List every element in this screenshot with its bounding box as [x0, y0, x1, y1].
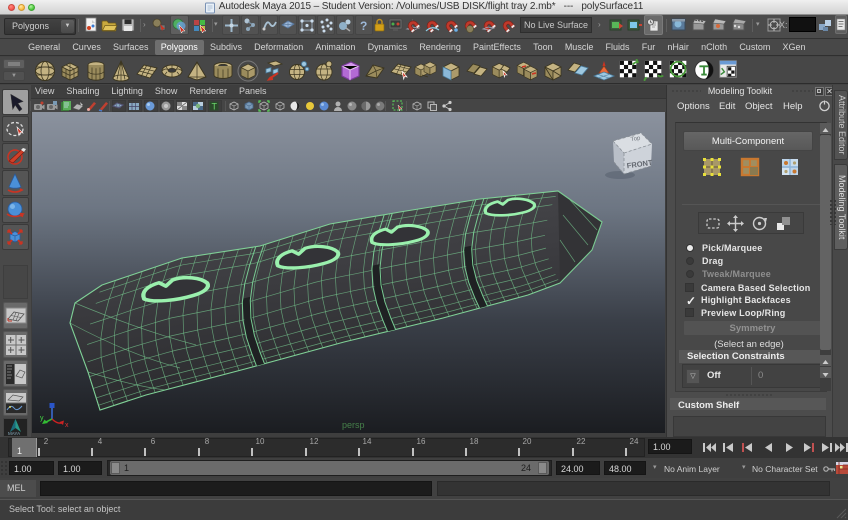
svg-text:T: T: [212, 102, 218, 112]
svg-text:?: ?: [360, 19, 367, 33]
svg-text:y: y: [40, 415, 44, 422]
svg-text:x: x: [65, 422, 69, 429]
svg-text:MAYA: MAYA: [8, 431, 20, 436]
svg-text:persp: persp: [342, 420, 365, 430]
